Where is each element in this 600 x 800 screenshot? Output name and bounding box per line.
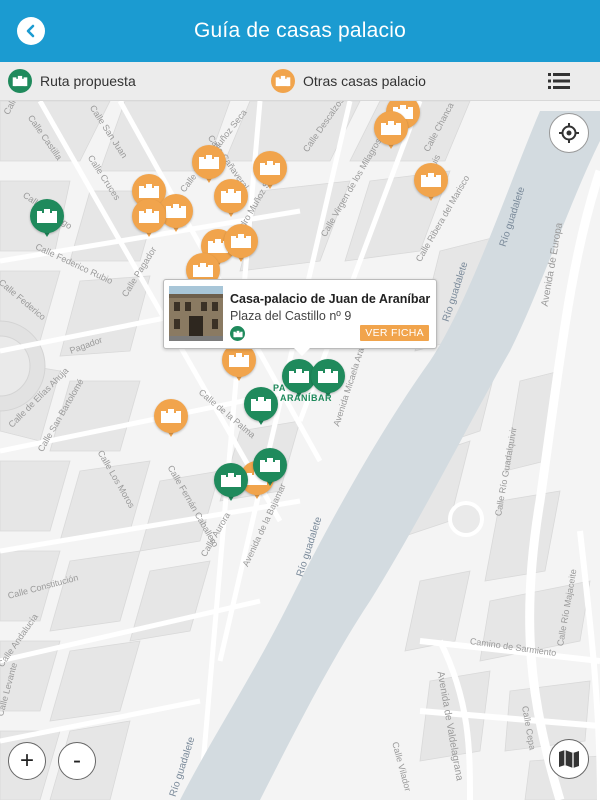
legend-route-label: Ruta propuesta <box>40 73 136 89</box>
route-palace-marker[interactable] <box>214 463 248 503</box>
legend-bar: Ruta propuesta Otras casas palacio <box>0 62 600 101</box>
view-details-button[interactable]: VER FICHA <box>360 325 429 341</box>
chevron-left-icon <box>26 24 35 38</box>
map-view[interactable]: Calle Pureza Calle Castilla Calle San Ju… <box>0 101 600 800</box>
palace-icon <box>192 145 226 179</box>
page-title: Guía de casas palacio <box>194 19 406 42</box>
other-palace-marker[interactable] <box>132 199 166 239</box>
palace-icon <box>244 387 278 421</box>
palace-icon <box>374 111 408 145</box>
legend-others[interactable]: Otras casas palacio <box>271 69 426 93</box>
app-header: Guía de casas palacio <box>0 0 600 62</box>
palace-icon <box>214 463 248 497</box>
legend-route[interactable]: Ruta propuesta <box>8 69 136 93</box>
route-palace-marker[interactable] <box>244 387 278 427</box>
route-palace-marker[interactable] <box>253 448 287 488</box>
place-thumbnail <box>169 286 223 341</box>
locate-me-button[interactable] <box>549 113 589 153</box>
crosshair-icon <box>559 123 579 143</box>
palace-icon <box>214 179 248 213</box>
list-icon <box>548 73 570 89</box>
palace-icon <box>154 399 188 433</box>
map-layers-button[interactable] <box>549 739 589 779</box>
back-button[interactable] <box>17 17 45 45</box>
popup-address: Plaza del Castillo nº 9 <box>230 309 352 323</box>
route-palace-marker[interactable] <box>30 199 64 239</box>
palace-icon <box>224 224 258 258</box>
palace-icon <box>253 151 287 185</box>
palace-icon <box>311 359 345 393</box>
other-palace-marker[interactable] <box>414 163 448 203</box>
zoom-in-button[interactable]: + <box>8 742 46 780</box>
route-marker-icon <box>230 326 245 341</box>
palace-icon <box>253 448 287 482</box>
palace-icon <box>30 199 64 233</box>
palace-icon <box>132 199 166 233</box>
map-icon <box>559 750 579 768</box>
route-marker-icon <box>8 69 32 93</box>
legend-others-label: Otras casas palacio <box>303 73 426 89</box>
place-popup[interactable]: Casa-palacio de Juan de Araníbar Plaza d… <box>163 279 437 356</box>
other-palace-marker[interactable] <box>154 399 188 439</box>
other-palace-marker[interactable] <box>214 179 248 219</box>
zoom-out-button[interactable]: - <box>58 742 96 780</box>
route-palace-marker[interactable] <box>311 359 345 399</box>
popup-title: Casa-palacio de Juan de Araníbar <box>230 292 431 306</box>
other-palace-marker[interactable] <box>253 151 287 191</box>
other-palace-marker[interactable] <box>374 111 408 151</box>
popup-pointer <box>294 348 310 356</box>
other-marker-icon <box>271 69 295 93</box>
palace-icon <box>414 163 448 197</box>
other-palace-marker[interactable] <box>224 224 258 264</box>
list-view-button[interactable] <box>548 71 570 91</box>
other-palace-marker[interactable] <box>222 343 256 383</box>
